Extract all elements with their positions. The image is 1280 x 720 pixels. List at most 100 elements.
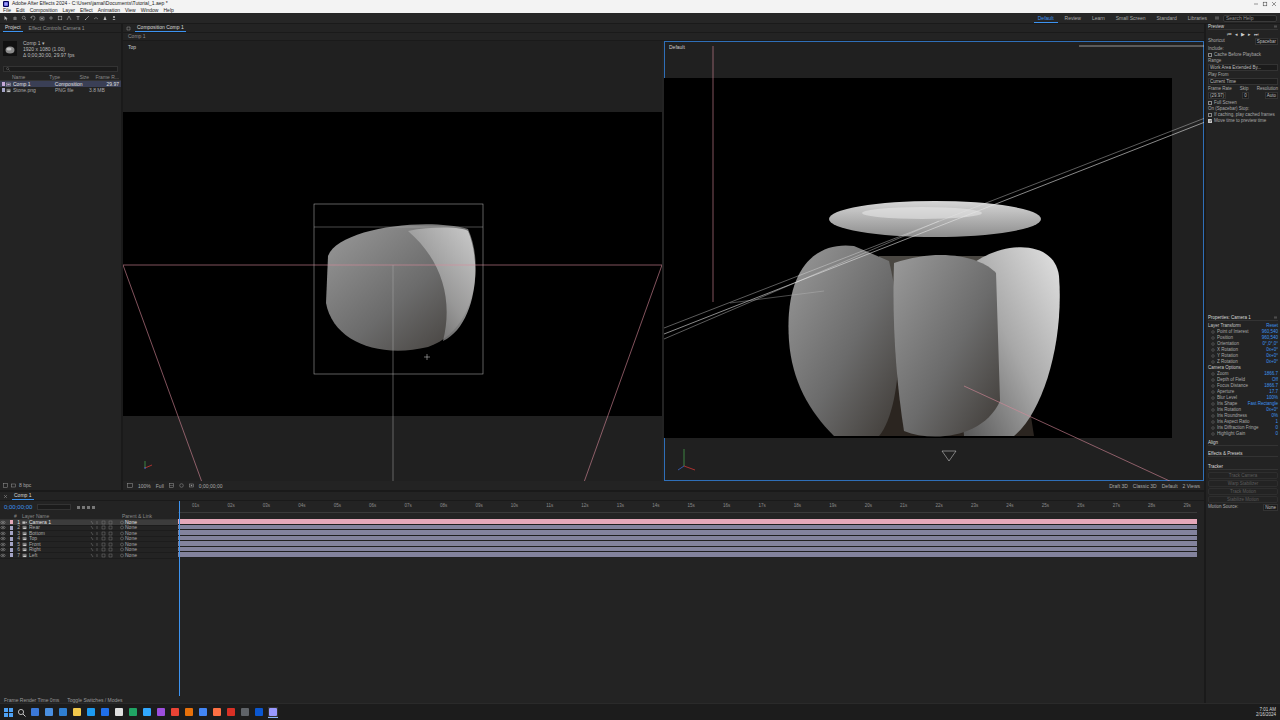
stopwatch-icon[interactable] [1211,342,1215,346]
tool-icon[interactable] [111,15,117,21]
layer-row[interactable]: 7LeftNone [0,553,178,559]
workspace-tab[interactable]: Review [1061,14,1085,22]
3d-scene[interactable] [123,41,662,481]
panel-tab[interactable]: Effect Controls Camera 1 [27,25,87,32]
column-header[interactable]: Name [12,74,49,80]
property-value[interactable]: Fast Rectangle [1248,401,1278,406]
timeline-tab[interactable]: Comp 1 [12,492,34,500]
timeline-footer-text[interactable]: Toggle Switches / Modes [67,697,122,703]
playback-button[interactable]: ▸ [1248,32,1251,37]
3d-scene[interactable] [664,41,1204,481]
column-header[interactable]: # [0,513,22,519]
visibility-icon[interactable] [0,531,6,536]
visibility-icon[interactable] [0,536,6,541]
tool-icon[interactable] [39,15,45,21]
pickwhip-icon[interactable] [119,542,125,547]
pickwhip-icon[interactable] [119,531,125,536]
layer-switches-icon[interactable] [89,547,119,552]
stopwatch-icon[interactable] [1211,432,1215,436]
tracker-button[interactable]: Track Camera [1208,472,1278,479]
range-dropdown[interactable]: Work Area Extended By... [1208,64,1278,71]
comp-breadcrumb[interactable]: Comp 1 [126,33,148,40]
comp-view[interactable]: Top [123,41,662,481]
project-item[interactable]: Comp 1Composition29.97 [0,81,121,87]
new-comp-icon[interactable] [11,483,16,488]
stopwatch-icon[interactable] [1211,360,1215,364]
tool-icon[interactable] [30,15,36,21]
taskbar-app[interactable] [268,707,278,718]
panel-tab[interactable]: Project [3,24,23,32]
parent-dropdown[interactable]: None [125,553,137,559]
timecode[interactable]: 0;00;00;00 [4,504,32,510]
composition-tab[interactable]: Composition Comp 1 [135,24,186,32]
workspace-tab[interactable]: Libraries [1184,14,1211,22]
camera-view-dropdown[interactable]: Default [1162,483,1178,489]
workspace-tab[interactable]: Learn [1088,14,1109,22]
project-search-field[interactable] [3,66,118,72]
pickwhip-icon[interactable] [119,553,125,558]
workspace-tab[interactable]: Small Screen [1112,14,1150,22]
tool-icon[interactable] [84,15,90,21]
comp-view[interactable]: Default [664,41,1204,481]
taskbar-app[interactable] [30,707,40,717]
pickwhip-icon[interactable] [119,525,125,530]
minimize-icon[interactable] [1253,1,1259,7]
taskbar-app[interactable] [212,707,222,717]
playback-button[interactable]: ◂ [1235,32,1238,37]
search-help-field[interactable] [1223,15,1277,22]
stopwatch-icon[interactable] [1211,408,1215,412]
property-value[interactable]: 0 [1275,431,1278,436]
playback-button[interactable]: ▶ [1241,32,1245,37]
tool-icon[interactable] [66,15,72,21]
visibility-icon[interactable] [0,547,6,552]
bit-depth[interactable]: 8 bpc [19,482,31,488]
panel-menu-icon[interactable] [1273,24,1278,29]
taskbar-app[interactable] [114,707,124,717]
layer-switches-icon[interactable] [89,553,119,558]
layer-switches-icon[interactable] [89,531,119,536]
property-value[interactable]: 0 [1275,425,1278,430]
taskbar-app[interactable] [170,707,180,717]
panel-title[interactable]: Effects & Presets [1208,451,1278,457]
property-value[interactable]: 17.7 [1269,389,1278,394]
stopwatch-icon[interactable] [1211,396,1215,400]
group-title[interactable]: Camera Options [1208,365,1278,370]
stopwatch-icon[interactable] [1211,348,1215,352]
playback-button[interactable]: ⏮ [1227,32,1232,37]
taskbar-app[interactable] [240,707,250,717]
setting-value[interactable]: Auto [1265,92,1278,99]
workspace-tab[interactable]: Standard [1153,14,1181,22]
project-item[interactable]: Stone.pngPNG file3.8 MB [0,87,121,93]
tool-icon[interactable] [48,15,54,21]
tool-icon[interactable] [102,15,108,21]
property-value[interactable]: 1 [1275,419,1278,424]
cache-option[interactable]: Cache Before Playback [1208,52,1278,57]
stopwatch-icon[interactable] [1211,354,1215,358]
stopwatch-icon[interactable] [1211,330,1215,334]
pickwhip-icon[interactable] [119,547,125,552]
taskbar-app[interactable] [72,707,82,717]
layer-switches-icon[interactable] [89,542,119,547]
close-tab-icon[interactable] [3,494,8,499]
layer-switches-icon[interactable] [89,536,119,541]
stopwatch-icon[interactable] [1211,384,1215,388]
timeline-switches-icon[interactable] [76,505,96,510]
property-value[interactable]: 0% [1271,413,1278,418]
draft-3d-toggle[interactable]: Draft 3D [1109,483,1128,489]
taskbar-app[interactable] [226,707,236,717]
column-header[interactable]: Type [49,74,79,80]
close-icon[interactable] [1271,1,1277,7]
panel-menu-icon[interactable] [1273,315,1278,320]
group-title[interactable]: Layer Transform [1208,323,1241,328]
property-value[interactable]: 960,540 [1262,329,1278,334]
stopwatch-icon[interactable] [1211,390,1215,394]
channel-icon[interactable] [179,483,184,488]
lock-icon[interactable] [126,26,131,31]
taskbar-app[interactable] [44,707,54,717]
checkbox[interactable] [1208,53,1212,57]
tool-icon[interactable] [93,15,99,21]
playback-button[interactable]: ⏭ [1254,32,1259,37]
layer-switches-icon[interactable] [89,525,119,530]
stopwatch-icon[interactable] [1211,414,1215,418]
tracker-button[interactable]: Track Motion [1208,488,1278,495]
